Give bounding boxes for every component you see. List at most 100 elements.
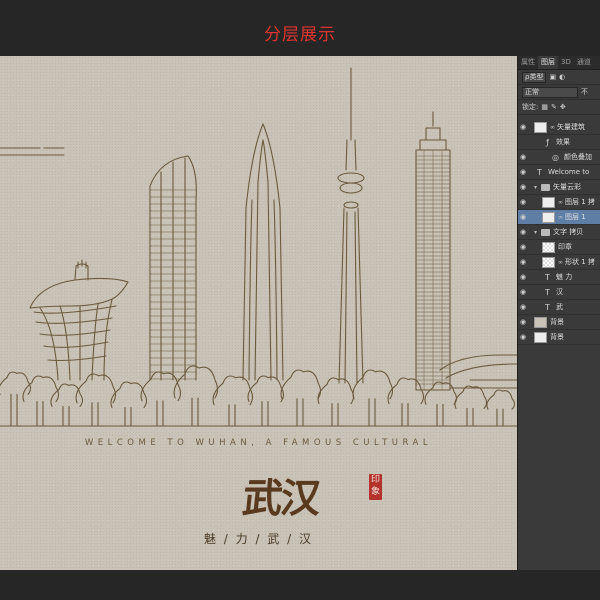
tree-crown [424,381,458,405]
link-icon: ∞ [558,213,563,221]
filter-adjust-icon[interactable]: ◐ [559,73,565,81]
visibility-eye-icon[interactable]: ◉ [518,318,528,326]
layer-row[interactable]: ◉ ◎ 颜色叠加 [518,150,600,165]
tree-crown [247,375,285,403]
layer-row[interactable]: ◉ ▾ 矢量云彩 [518,180,600,195]
text-layer-icon: T [545,302,550,312]
blend-mode-select[interactable]: 正常 [522,86,578,98]
layer-name: 文字 拷贝 [553,228,584,236]
layer-name: 背景 [550,318,564,326]
visibility-eye-icon[interactable]: ◉ [518,258,528,266]
effect-icon: ƒ [546,137,549,147]
expand-arrow-icon[interactable]: ▾ [534,229,541,236]
layer-thumbnail [542,241,555,253]
visibility-eye-icon[interactable]: ◉ [518,243,528,251]
tab-layers[interactable]: 图层 [538,56,558,69]
layer-name: 魅 力 [556,273,573,281]
filter-row: ρ类型 ▣ ◐ [518,70,600,85]
top-banner: 分层展示 [0,0,600,56]
bottom-bar [0,570,600,600]
layer-name: 汉 [556,288,563,296]
layer-row[interactable]: ◉ ∞ 图层 1 [518,210,600,225]
tree-trunk [191,397,199,427]
tv-tower [337,67,365,384]
document-canvas[interactable]: WELCOME TO WUHAN, A FAMOUS CULTURAL 武汉 印… [0,56,517,570]
tree-trunk [91,402,99,427]
tab-3d[interactable]: 3D [558,56,574,69]
layer-row[interactable]: ◉ T 武 [518,300,600,315]
tree-trunk [496,408,504,427]
tree-crown [0,371,32,395]
curved-tower [149,155,197,381]
opacity-label: 不 [581,88,588,96]
link-icon: ∞ [558,198,563,206]
lock-transparent-icon[interactable]: ▦ [541,103,548,111]
tree-crown [280,369,322,400]
layer-row[interactable]: ◉ 背景 [518,315,600,330]
text-layer-icon: T [545,287,550,297]
layer-row[interactable]: ◉ T 魅 力 [518,270,600,285]
layer-name: 武 [556,303,563,311]
layer-name: 图层 1 [565,213,586,221]
visibility-eye-icon[interactable]: ◉ [518,213,528,221]
tree-crown [352,369,394,400]
layer-name: 形状 1 拷 [565,258,595,266]
visibility-eye-icon[interactable]: ◉ [518,168,528,176]
tab-channels[interactable]: 通道 [574,56,594,69]
layer-row[interactable]: ◉ T Welcome to [518,165,600,180]
layer-row[interactable]: ◉ ∞ 图层 1 拷 [518,195,600,210]
layer-row[interactable]: ◉ 印章 [518,240,600,255]
visibility-eye-icon[interactable]: ◉ [518,228,528,236]
visibility-eye-icon[interactable]: ◉ [518,288,528,296]
lock-move-icon[interactable]: ✥ [560,103,566,111]
layer-row[interactable]: ◉ T 汉 [518,285,600,300]
layer-row[interactable]: ◉ ▾ 文字 拷贝 [518,225,600,240]
tree-trunk [261,401,269,427]
layer-row[interactable]: ƒ 效果 [518,135,600,150]
layer-name: 背景 [550,333,564,341]
page-title: 分层展示 [264,25,336,45]
tree-trunk [62,405,70,427]
tree-trunk [466,407,474,427]
layer-thumbnail [534,331,547,343]
layer-row[interactable]: ◉ 背景 [518,330,600,345]
expand-arrow-icon[interactable]: ▾ [534,184,541,191]
tree-trunk [36,401,44,427]
visibility-eye-icon[interactable]: ◉ [518,183,528,191]
visibility-eye-icon[interactable]: ◉ [518,123,528,131]
layer-row[interactable]: ◉ ∞ 形状 1 拷 [518,255,600,270]
right-low-building [439,354,517,389]
visibility-eye-icon[interactable]: ◉ [518,303,528,311]
layer-name: 图层 1 拷 [565,198,595,206]
visibility-eye-icon[interactable]: ◉ [518,198,528,206]
layer-name: 矢量建筑 [557,123,585,131]
stage-building [29,259,129,381]
blend-row: 正常 不 [518,85,600,100]
seal-char: 象 [370,487,380,497]
tree-trunk [156,400,164,427]
tree-trunk [401,403,409,427]
visibility-eye-icon[interactable]: ◉ [518,333,528,341]
layer-thumbnail [534,316,547,328]
lock-brush-icon[interactable]: ✎ [551,103,557,111]
layer-list: ◉ ∞ 矢量建筑 ƒ 效果 ◉ ◎ 颜色叠加 ◉ T Welcome to ◉ ▾ 矢量云彩 ◉ ∞ 图层 1 … [518,120,600,345]
tree-trunk [436,403,444,427]
layer-filter-select[interactable]: ρ类型 [522,71,547,83]
layer-thumbnail [542,211,555,223]
tree-trunk [368,398,376,427]
subtitle-text: 魅 / 力 / 武 / 汉 [203,532,314,546]
lock-row: 锁定: ▦ ✎ ✥ [518,100,600,115]
panel-tabs: 属性 图层 3D 通道 [518,56,600,70]
text-layer-icon: T [537,167,542,177]
tree-trunk [228,404,236,427]
seal-char: 印 [370,475,380,485]
tall-tower [242,123,284,381]
tab-properties[interactable]: 属性 [518,56,538,69]
filter-image-icon[interactable]: ▣ [549,73,556,81]
visibility-eye-icon[interactable]: ◉ [518,273,528,281]
visibility-eye-icon[interactable]: ◉ [518,153,528,161]
welcome-text: WELCOME TO WUHAN, A FAMOUS CULTURAL [84,438,433,448]
tree-crown [454,385,488,409]
tree-trunk [124,407,132,427]
layer-row[interactable]: ◉ ∞ 矢量建筑 [518,120,600,135]
